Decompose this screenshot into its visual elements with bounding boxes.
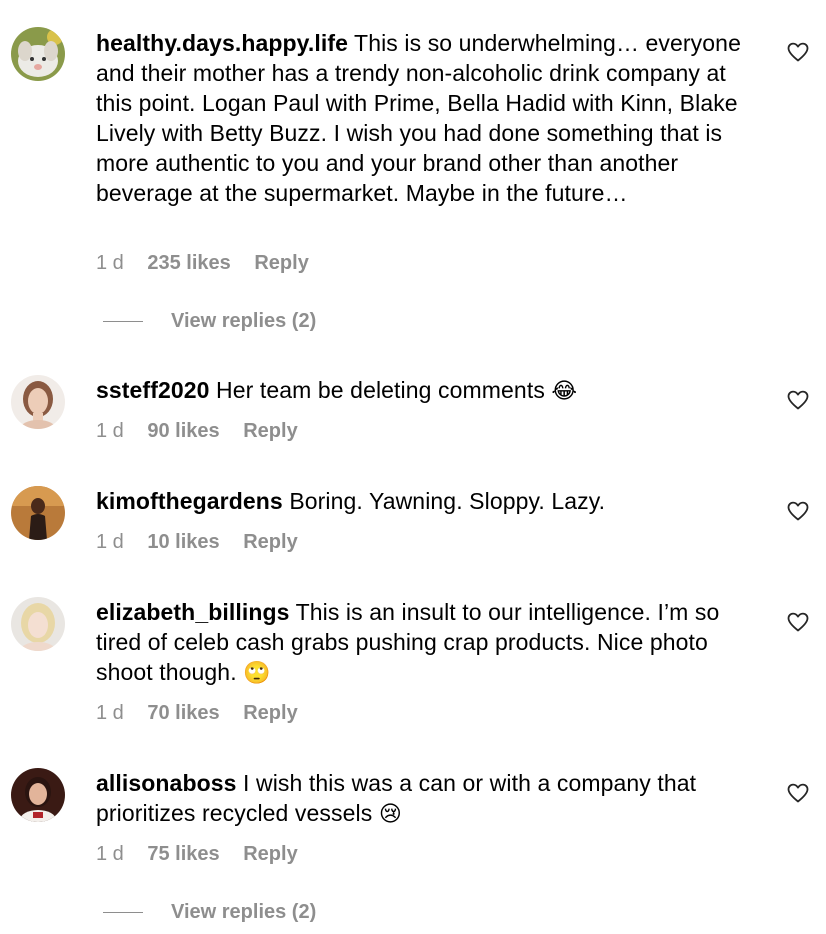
replies-divider — [103, 320, 143, 323]
comment-time: 1 d — [96, 252, 124, 274]
laughing-emoji: 😂 — [551, 379, 578, 404]
avatar[interactable] — [11, 375, 65, 429]
avatar[interactable] — [11, 27, 65, 81]
likes-count[interactable]: 10 likes — [147, 531, 219, 553]
comment-meta: 1 d 90 likes Reply — [96, 420, 316, 443]
comment-meta: 1 d 10 likes Reply — [96, 531, 316, 554]
heart-icon[interactable] — [786, 610, 810, 634]
view-replies-label: View replies (2) — [171, 901, 317, 923]
crying-emoji: 😢 — [378, 802, 402, 827]
comment-text: Her team be deleting comments — [216, 377, 545, 403]
heart-icon[interactable] — [786, 40, 810, 64]
reply-button[interactable]: Reply — [243, 531, 297, 553]
eye-roll-emoji: 🙄 — [243, 661, 271, 686]
reply-button[interactable]: Reply — [254, 252, 308, 274]
comment-username[interactable]: allisonaboss — [96, 770, 237, 796]
comment-username[interactable]: ssteff2020 — [96, 377, 210, 403]
view-replies-button[interactable]: View replies (2) — [103, 310, 316, 333]
comment-body: ssteff2020 Her team be deleting comments… — [96, 375, 768, 407]
view-replies-button[interactable]: View replies (2) — [103, 901, 316, 924]
comment-text: Boring. Yawning. Sloppy. Lazy. — [289, 488, 606, 514]
heart-icon[interactable] — [786, 388, 810, 412]
comment-username[interactable]: kimofthegardens — [96, 488, 283, 514]
likes-count[interactable]: 90 likes — [147, 420, 219, 442]
reply-button[interactable]: Reply — [243, 843, 297, 865]
heart-icon[interactable] — [786, 499, 810, 523]
likes-count[interactable]: 235 likes — [147, 252, 230, 274]
comment-meta: 1 d 75 likes Reply — [96, 843, 316, 866]
avatar[interactable] — [11, 486, 65, 540]
replies-divider — [103, 911, 143, 914]
heart-icon[interactable] — [786, 781, 810, 805]
comment-username[interactable]: healthy.days.happy.life — [96, 30, 348, 56]
view-replies-label: View replies (2) — [171, 310, 317, 332]
comment-time: 1 d — [96, 420, 124, 442]
comment-body: elizabeth_billings This is an insult to … — [96, 597, 768, 689]
likes-count[interactable]: 75 likes — [147, 843, 219, 865]
comment-time: 1 d — [96, 702, 124, 724]
comment-time: 1 d — [96, 531, 124, 553]
comment-meta: 1 d 70 likes Reply — [96, 702, 316, 725]
comment-username[interactable]: elizabeth_billings — [96, 599, 290, 625]
avatar[interactable] — [11, 597, 65, 651]
comment-meta: 1 d 235 likes Reply — [96, 252, 327, 275]
comment-body: allisonaboss I wish this was a can or wi… — [96, 768, 768, 830]
reply-button[interactable]: Reply — [243, 702, 297, 724]
reply-button[interactable]: Reply — [243, 420, 297, 442]
likes-count[interactable]: 70 likes — [147, 702, 219, 724]
comment-body: healthy.days.happy.life This is so under… — [96, 28, 768, 208]
comment-time: 1 d — [96, 843, 124, 865]
avatar[interactable] — [11, 768, 65, 822]
comment-text: This is so underwhelming… everyone and t… — [96, 30, 741, 206]
comment-body: kimofthegardens Boring. Yawning. Sloppy.… — [96, 486, 768, 516]
